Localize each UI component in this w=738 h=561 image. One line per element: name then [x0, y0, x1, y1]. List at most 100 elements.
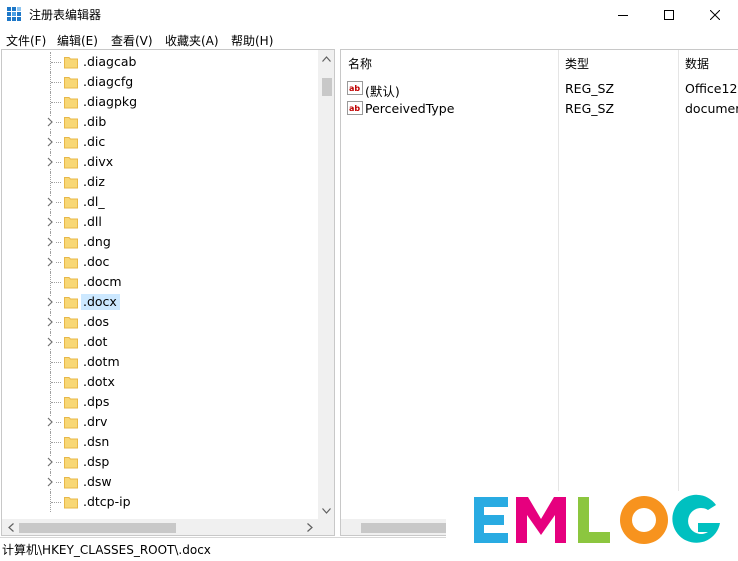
expand-toggle[interactable]	[45, 336, 55, 348]
title-bar[interactable]: 注册表编辑器	[0, 0, 738, 29]
chevron-down-icon	[322, 507, 331, 514]
tree-item[interactable]: .dsp	[2, 452, 318, 472]
folder-icon	[64, 77, 78, 89]
logo-letter-g	[672, 494, 720, 543]
tree-item[interactable]: .dsw	[2, 472, 318, 492]
expand-toggle[interactable]	[45, 236, 55, 248]
tree-branch-line	[51, 102, 61, 103]
expand-toggle[interactable]	[45, 216, 55, 228]
tree-item[interactable]: .drv	[2, 412, 318, 432]
tree-item[interactable]: .diagcab	[2, 52, 318, 72]
tree-horizontal-scroll-thumb[interactable]	[19, 523, 176, 533]
registry-editor-icon	[7, 7, 21, 21]
tree-horizontal-scrollbar[interactable]	[2, 519, 318, 535]
folder-icon	[64, 197, 78, 209]
menu-view[interactable]: 查看(V)	[111, 32, 153, 49]
tree-item-label: .dl_	[83, 194, 105, 209]
list-horizontal-scroll-thumb[interactable]	[361, 523, 451, 533]
scroll-right-button[interactable]	[301, 519, 318, 535]
tree-item[interactable]: .diagcfg	[2, 72, 318, 92]
tree-item[interactable]: .dl_	[2, 192, 318, 212]
expand-toggle[interactable]	[45, 196, 55, 208]
expand-toggle[interactable]	[45, 156, 55, 168]
tree-item-label: .drv	[83, 414, 108, 429]
menu-edit[interactable]: 编辑(E)	[57, 32, 98, 49]
tree-item[interactable]: .dic	[2, 132, 318, 152]
tree-item[interactable]: .dng	[2, 232, 318, 252]
tree-vertical-scroll-thumb[interactable]	[322, 78, 332, 96]
tree-item-label: .diagcfg	[83, 74, 134, 89]
folder-icon	[64, 357, 78, 369]
tree-item-label: .dotm	[83, 354, 120, 369]
column-header-name[interactable]: 名称	[341, 50, 558, 74]
expand-toggle[interactable]	[45, 256, 55, 268]
folder-icon	[64, 477, 78, 489]
tree-branch-line	[51, 402, 61, 403]
tree-item-label: .dib	[83, 114, 107, 129]
tree-item-label: .dng	[83, 234, 111, 249]
chevron-right-icon	[47, 137, 53, 147]
expand-toggle[interactable]	[45, 136, 55, 148]
folder-icon	[64, 497, 78, 509]
maximize-button[interactable]	[646, 0, 692, 29]
scroll-down-button[interactable]	[318, 502, 334, 519]
key-tree-pane[interactable]: .diagcab .diagcfg .diagpkg .dib .dic .divx .di…	[1, 49, 335, 536]
emlog-logo	[474, 494, 720, 544]
tree-branch-line	[51, 502, 61, 503]
tree-item[interactable]: .diz	[2, 172, 318, 192]
close-icon	[710, 9, 720, 20]
tree-item-label: .dsw	[83, 474, 112, 489]
expand-toggle[interactable]	[45, 416, 55, 428]
logo-letter-o	[620, 496, 668, 544]
tree-item[interactable]: .dps	[2, 392, 318, 412]
folder-icon	[64, 137, 78, 149]
folder-icon	[64, 397, 78, 409]
tree-branch-line	[51, 442, 61, 443]
expand-toggle[interactable]	[45, 296, 55, 308]
tree-item[interactable]: .doc	[2, 252, 318, 272]
tree-item[interactable]: .dotm	[2, 352, 318, 372]
menu-file[interactable]: 文件(F)	[6, 32, 46, 49]
folder-icon	[64, 417, 78, 429]
menu-favorites[interactable]: 收藏夹(A)	[165, 32, 219, 49]
tree-item-label: .dot	[83, 334, 108, 349]
column-divider[interactable]	[678, 50, 679, 519]
tree-item[interactable]: .dotx	[2, 372, 318, 392]
tree-item[interactable]: .dos	[2, 312, 318, 332]
expand-toggle[interactable]	[45, 456, 55, 468]
folder-icon	[64, 237, 78, 249]
tree-branch-line	[51, 282, 61, 283]
tree-item[interactable]: .dsn	[2, 432, 318, 452]
folder-icon	[64, 57, 78, 69]
expand-toggle[interactable]	[45, 116, 55, 128]
minimize-button[interactable]	[600, 0, 646, 29]
value-row[interactable]: ab PerceivedType REG_SZ documer	[341, 98, 738, 118]
tree-item[interactable]: .diagpkg	[2, 92, 318, 112]
column-divider[interactable]	[558, 50, 559, 519]
tree-item[interactable]: .dll	[2, 212, 318, 232]
value-row[interactable]: ab (默认) REG_SZ Office12.	[341, 78, 738, 99]
folder-icon	[64, 457, 78, 469]
value-list-pane[interactable]: 名称 类型 数据 ab (默认) REG_SZ Office12. ab Perceive…	[340, 49, 738, 536]
scroll-left-button[interactable]	[2, 519, 19, 535]
scroll-up-button[interactable]	[318, 50, 334, 67]
tree-item[interactable]: .dot	[2, 332, 318, 352]
column-header-data[interactable]: 数据	[678, 50, 738, 74]
expand-toggle[interactable]	[45, 476, 55, 488]
tree-item[interactable]: .dib	[2, 112, 318, 132]
tree-vertical-scrollbar[interactable]	[318, 50, 334, 519]
expand-toggle[interactable]	[45, 316, 55, 328]
chevron-right-icon	[47, 237, 53, 247]
tree-item[interactable]: .docx	[2, 292, 318, 312]
menu-help[interactable]: 帮助(H)	[231, 32, 273, 49]
tree-item-label: .dsn	[83, 434, 110, 449]
close-button[interactable]	[692, 0, 738, 29]
tree-item-label: .dll	[83, 214, 102, 229]
tree-item[interactable]: .divx	[2, 152, 318, 172]
chevron-right-icon	[47, 417, 53, 427]
tree-branch-line	[51, 62, 61, 63]
tree-item[interactable]: .docm	[2, 272, 318, 292]
column-header-type[interactable]: 类型	[558, 50, 678, 74]
tree-item[interactable]: .dtcp-ip	[2, 492, 318, 512]
folder-icon	[64, 217, 78, 229]
